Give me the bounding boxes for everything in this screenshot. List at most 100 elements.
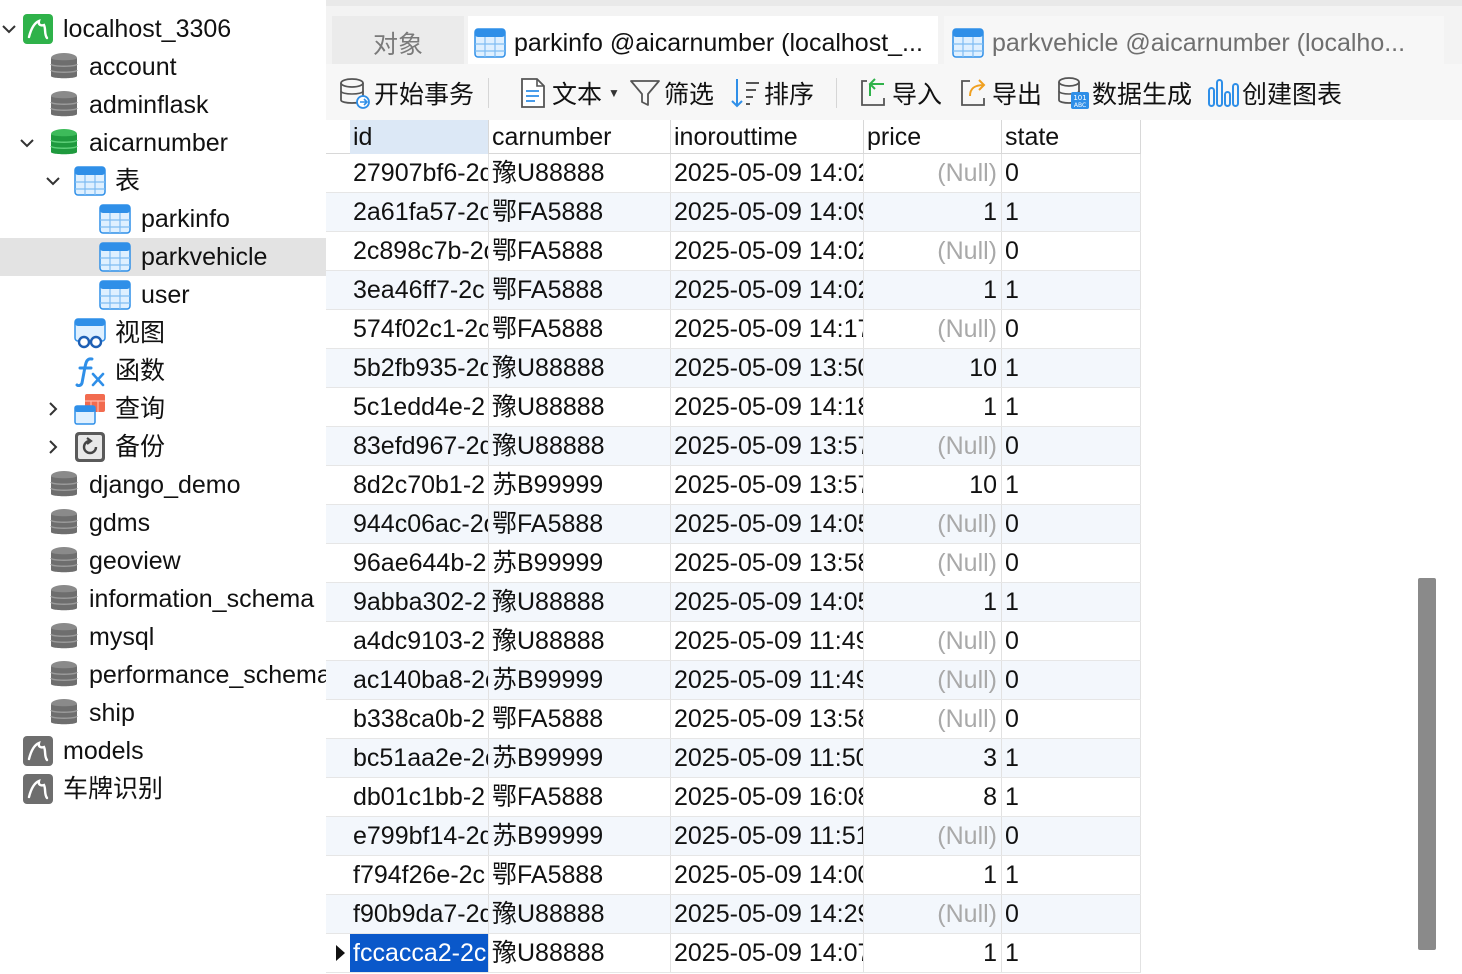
cell-carnumber[interactable]: 豫U88888 — [489, 349, 671, 387]
cell-price[interactable]: 10 — [864, 349, 1002, 387]
cell-price[interactable]: (Null) — [864, 622, 1002, 660]
cell-state[interactable]: 0 — [1002, 505, 1141, 543]
cell-price[interactable]: 1 — [864, 193, 1002, 231]
tree-item-database[interactable]: information_schema — [0, 580, 326, 618]
table-row[interactable]: 574f02c1-2c 鄂FA5888 2025-05-09 14:17 (Null)… — [326, 310, 1141, 349]
table-row[interactable]: 3ea46ff7-2c 鄂FA5888 2025-05-09 14:02 1 1 — [326, 271, 1141, 310]
cell-id[interactable]: e799bf14-2d — [350, 817, 489, 855]
cell-id[interactable]: a4dc9103-2 — [350, 622, 489, 660]
cell-id[interactable]: f90b9da7-2d — [350, 895, 489, 933]
cell-carnumber[interactable]: 苏B99999 — [489, 661, 671, 699]
tree-item-queries[interactable]: 查询 — [0, 390, 326, 428]
tree-item-database[interactable]: mysql — [0, 618, 326, 656]
cell-id[interactable]: 944c06ac-2d — [350, 505, 489, 543]
cell-price[interactable]: 1 — [864, 934, 1002, 972]
cell-carnumber[interactable]: 鄂FA5888 — [489, 778, 671, 816]
tree-item-database-open[interactable]: aicarnumber — [0, 124, 326, 162]
table-row[interactable]: bc51aa2e-2d 苏B99999 2025-05-09 11:50 3 1 — [326, 739, 1141, 778]
cell-carnumber[interactable]: 豫U88888 — [489, 388, 671, 426]
cell-state[interactable]: 0 — [1002, 427, 1141, 465]
cell-id[interactable]: bc51aa2e-2d — [350, 739, 489, 777]
cell-price[interactable]: (Null) — [864, 817, 1002, 855]
table-row[interactable]: 2c898c7b-2d 鄂FA5888 2025-05-09 14:02 (Null)… — [326, 232, 1141, 271]
column-header-state[interactable]: state — [1002, 120, 1141, 154]
cell-inorouttime[interactable]: 2025-05-09 14:02 — [671, 271, 864, 309]
cell-carnumber[interactable]: 鄂FA5888 — [489, 505, 671, 543]
tab-parkinfo[interactable]: parkinfo @aicarnumber (localhost_... — [468, 16, 938, 70]
scrollbar-thumb[interactable] — [1418, 578, 1436, 950]
cell-inorouttime[interactable]: 2025-05-09 13:50 — [671, 349, 864, 387]
cell-price[interactable]: 1 — [864, 271, 1002, 309]
export-button[interactable]: 导出 — [956, 74, 1042, 112]
cell-state[interactable]: 1 — [1002, 193, 1141, 231]
cell-carnumber[interactable]: 苏B99999 — [489, 544, 671, 582]
tree-item-database[interactable]: adminflask — [0, 86, 326, 124]
cell-inorouttime[interactable]: 2025-05-09 14:07 — [671, 934, 864, 972]
cell-price[interactable]: (Null) — [864, 700, 1002, 738]
cell-carnumber[interactable]: 豫U88888 — [489, 895, 671, 933]
cell-price[interactable]: (Null) — [864, 544, 1002, 582]
cell-id[interactable]: fccacca2-2c1 — [350, 934, 489, 972]
cell-id[interactable]: 2a61fa57-2c — [350, 193, 489, 231]
cell-carnumber[interactable]: 豫U88888 — [489, 427, 671, 465]
cell-carnumber[interactable]: 豫U88888 — [489, 934, 671, 972]
tree-item-backups[interactable]: 备份 — [0, 428, 326, 466]
chevron-down-icon[interactable]: ▼ — [608, 86, 620, 100]
cell-id[interactable]: db01c1bb-2 — [350, 778, 489, 816]
cell-state[interactable]: 1 — [1002, 856, 1141, 894]
cell-id[interactable]: 96ae644b-2 — [350, 544, 489, 582]
cell-state[interactable]: 1 — [1002, 388, 1141, 426]
cell-price[interactable]: (Null) — [864, 232, 1002, 270]
cell-carnumber[interactable]: 鄂FA5888 — [489, 856, 671, 894]
cell-price[interactable]: (Null) — [864, 895, 1002, 933]
cell-id[interactable]: 574f02c1-2c — [350, 310, 489, 348]
tree-item-database[interactable]: performance_schema — [0, 656, 326, 694]
cell-state[interactable]: 0 — [1002, 622, 1141, 660]
tree-item-functions[interactable]: 函数 — [0, 352, 326, 390]
sort-button[interactable]: 排序 — [728, 74, 814, 112]
create-chart-button[interactable]: 创建图表 — [1206, 74, 1342, 112]
tree-item-database[interactable]: django_demo — [0, 466, 326, 504]
tree-item-table[interactable]: parkinfo — [0, 200, 326, 238]
table-row[interactable]: 8d2c70b1-2 苏B99999 2025-05-09 13:57 10 1 — [326, 466, 1141, 505]
chevron-right-icon[interactable] — [44, 400, 62, 418]
cell-carnumber[interactable]: 豫U88888 — [489, 154, 671, 192]
cell-inorouttime[interactable]: 2025-05-09 11:51 — [671, 817, 864, 855]
chevron-down-icon[interactable] — [0, 20, 18, 38]
cell-id[interactable]: 8d2c70b1-2 — [350, 466, 489, 504]
tab-parkvehicle[interactable]: parkvehicle @aicarnumber (localho... — [944, 16, 1444, 70]
cell-state[interactable]: 0 — [1002, 895, 1141, 933]
table-row[interactable]: 9abba302-2 豫U88888 2025-05-09 14:05 1 1 — [326, 583, 1141, 622]
cell-price[interactable]: 1 — [864, 388, 1002, 426]
cell-inorouttime[interactable]: 2025-05-09 13:58 — [671, 700, 864, 738]
cell-inorouttime[interactable]: 2025-05-09 14:05 — [671, 583, 864, 621]
cell-state[interactable]: 1 — [1002, 934, 1141, 972]
tree-item-connection[interactable]: models — [0, 732, 326, 770]
cell-state[interactable]: 0 — [1002, 817, 1141, 855]
cell-price[interactable]: (Null) — [864, 427, 1002, 465]
cell-inorouttime[interactable]: 2025-05-09 14:17 — [671, 310, 864, 348]
cell-id[interactable]: 9abba302-2 — [350, 583, 489, 621]
cell-state[interactable]: 0 — [1002, 310, 1141, 348]
data-generation-button[interactable]: 101 ABC 数据生成 — [1056, 74, 1192, 112]
cell-inorouttime[interactable]: 2025-05-09 14:09 — [671, 193, 864, 231]
cell-id[interactable]: 27907bf6-2d — [350, 154, 489, 192]
table-row[interactable]: fccacca2-2c1 豫U88888 2025-05-09 14:07 1 1 — [326, 934, 1141, 973]
tree-item-database[interactable]: ship — [0, 694, 326, 732]
table-row[interactable]: 5b2fb935-2d 豫U88888 2025-05-09 13:50 10 1 — [326, 349, 1141, 388]
cell-state[interactable]: 1 — [1002, 271, 1141, 309]
cell-id[interactable]: 3ea46ff7-2c — [350, 271, 489, 309]
cell-carnumber[interactable]: 豫U88888 — [489, 583, 671, 621]
table-row[interactable]: 83efd967-2d 豫U88888 2025-05-09 13:57 (Null)… — [326, 427, 1141, 466]
cell-inorouttime[interactable]: 2025-05-09 11:49 — [671, 661, 864, 699]
table-row[interactable]: db01c1bb-2 鄂FA5888 2025-05-09 16:08 8 1 — [326, 778, 1141, 817]
cell-carnumber[interactable]: 鄂FA5888 — [489, 193, 671, 231]
cell-price[interactable]: (Null) — [864, 154, 1002, 192]
table-row[interactable]: f794f26e-2c 鄂FA5888 2025-05-09 14:00 1 1 — [326, 856, 1141, 895]
cell-carnumber[interactable]: 苏B99999 — [489, 817, 671, 855]
cell-state[interactable]: 1 — [1002, 349, 1141, 387]
table-row[interactable]: ac140ba8-2d 苏B99999 2025-05-09 11:49 (Null)… — [326, 661, 1141, 700]
column-header-id[interactable]: id — [350, 120, 489, 154]
cell-state[interactable]: 0 — [1002, 544, 1141, 582]
cell-carnumber[interactable]: 豫U88888 — [489, 622, 671, 660]
